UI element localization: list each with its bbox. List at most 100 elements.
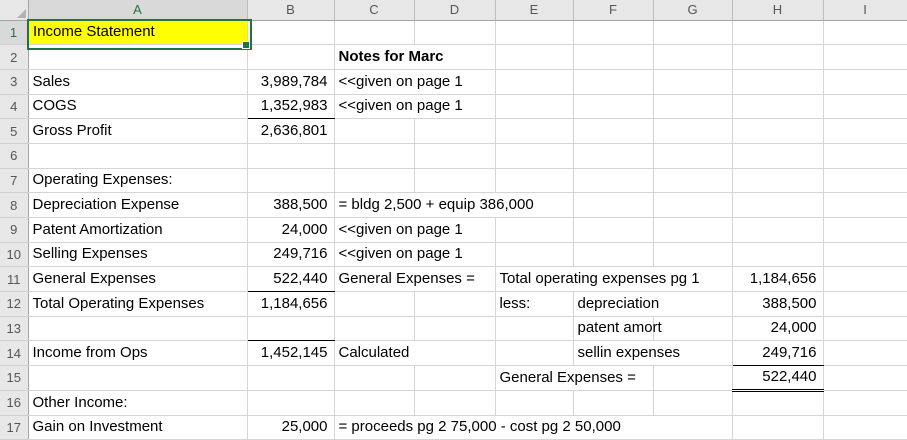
cell-C14[interactable]: Calculated	[334, 341, 495, 366]
cell-I4[interactable]	[823, 94, 907, 119]
row-header-2[interactable]: 2	[0, 45, 28, 70]
cell-E16[interactable]	[495, 390, 573, 415]
cell-A5[interactable]: Gross Profit	[28, 119, 247, 144]
column-header-B[interactable]: B	[247, 0, 334, 20]
cell-F13[interactable]: patent amort	[573, 316, 653, 341]
cell-I11[interactable]	[823, 267, 907, 292]
column-header-H[interactable]: H	[732, 0, 823, 20]
row-header-7[interactable]: 7	[0, 168, 28, 193]
cell-A2[interactable]	[28, 45, 247, 70]
cell-I17[interactable]	[823, 415, 907, 440]
cell-C3[interactable]: <<given on page 1	[334, 69, 495, 94]
cell-C6[interactable]	[334, 143, 414, 168]
column-header-I[interactable]: I	[823, 0, 907, 20]
cell-B6[interactable]	[247, 143, 334, 168]
cell-H5[interactable]	[732, 119, 823, 144]
cell-F8[interactable]	[573, 193, 653, 218]
row-header-13[interactable]: 13	[0, 316, 28, 341]
cell-A14[interactable]: Income from Ops	[28, 341, 247, 366]
cell-C2[interactable]: Notes for Marc	[334, 45, 495, 70]
row-header-3[interactable]: 3	[0, 69, 28, 94]
fill-handle[interactable]	[242, 41, 250, 49]
cell-F3[interactable]	[573, 69, 653, 94]
cell-F12[interactable]: depreciation	[573, 292, 732, 317]
cell-H6[interactable]	[732, 143, 823, 168]
cell-I12[interactable]	[823, 292, 907, 317]
cell-I2[interactable]	[823, 45, 907, 70]
cell-H13[interactable]: 24,000	[732, 316, 823, 341]
cell-C12[interactable]	[334, 292, 414, 317]
cell-B2[interactable]	[247, 45, 334, 70]
cell-E4[interactable]	[495, 94, 573, 119]
cell-B13[interactable]	[247, 316, 334, 341]
cell-G5[interactable]	[653, 119, 732, 144]
cell-H12[interactable]: 388,500	[732, 292, 823, 317]
cell-C15[interactable]	[334, 366, 414, 391]
row-header-9[interactable]: 9	[0, 218, 28, 243]
cell-H15[interactable]: 522,440	[732, 366, 823, 391]
cell-F7[interactable]	[573, 168, 653, 193]
cell-F1[interactable]	[573, 20, 653, 45]
cell-I10[interactable]	[823, 242, 907, 267]
row-header-8[interactable]: 8	[0, 193, 28, 218]
cell-B15[interactable]	[247, 366, 334, 391]
cell-G7[interactable]	[653, 168, 732, 193]
cell-I6[interactable]	[823, 143, 907, 168]
cell-A7[interactable]: Operating Expenses:	[28, 168, 247, 193]
cell-D16[interactable]	[414, 390, 495, 415]
cell-E5[interactable]	[495, 119, 573, 144]
row-header-14[interactable]: 14	[0, 341, 28, 366]
cell-E7[interactable]	[495, 168, 573, 193]
cell-C16[interactable]	[334, 390, 414, 415]
cell-B14[interactable]: 1,452,145	[247, 341, 334, 366]
cell-G1[interactable]	[653, 20, 732, 45]
cell-I9[interactable]	[823, 218, 907, 243]
cell-A4[interactable]: COGS	[28, 94, 247, 119]
cell-F10[interactable]	[573, 242, 653, 267]
column-header-A[interactable]: A	[28, 0, 247, 20]
cell-C1[interactable]	[334, 20, 414, 45]
cell-B7[interactable]	[247, 168, 334, 193]
cell-E6[interactable]	[495, 143, 573, 168]
cell-B5[interactable]: 2,636,801	[247, 119, 334, 144]
cell-C7[interactable]	[334, 168, 414, 193]
cell-G13[interactable]	[653, 316, 732, 341]
cell-H16[interactable]	[732, 390, 823, 415]
cell-A8[interactable]: Depreciation Expense	[28, 193, 247, 218]
cell-B8[interactable]: 388,500	[247, 193, 334, 218]
cell-C10[interactable]: <<given on page 1	[334, 242, 495, 267]
cell-E15[interactable]: General Expenses =	[495, 366, 653, 391]
cell-G15[interactable]	[653, 366, 732, 391]
cell-C5[interactable]	[334, 119, 414, 144]
cell-G2[interactable]	[653, 45, 732, 70]
cell-D6[interactable]	[414, 143, 495, 168]
cell-H17[interactable]	[732, 415, 823, 440]
cell-C17[interactable]: = proceeds pg 2 75,000 - cost pg 2 50,00…	[334, 415, 732, 440]
cell-B4[interactable]: 1,352,983	[247, 94, 334, 119]
cell-B10[interactable]: 249,716	[247, 242, 334, 267]
column-header-E[interactable]: E	[495, 0, 573, 20]
cell-F6[interactable]	[573, 143, 653, 168]
select-all-button[interactable]	[0, 0, 28, 20]
cell-A1[interactable]: Income Statement	[28, 20, 247, 45]
cell-H7[interactable]	[732, 168, 823, 193]
cell-F16[interactable]	[573, 390, 653, 415]
cell-E13[interactable]	[495, 316, 573, 341]
cell-B9[interactable]: 24,000	[247, 218, 334, 243]
cell-E1[interactable]	[495, 20, 573, 45]
column-header-G[interactable]: G	[653, 0, 732, 20]
row-header-12[interactable]: 12	[0, 292, 28, 317]
cell-G8[interactable]	[653, 193, 732, 218]
cell-D12[interactable]	[414, 292, 495, 317]
cell-G4[interactable]	[653, 94, 732, 119]
cell-B3[interactable]: 3,989,784	[247, 69, 334, 94]
cell-A9[interactable]: Patent Amortization	[28, 218, 247, 243]
cell-H2[interactable]	[732, 45, 823, 70]
cell-H3[interactable]	[732, 69, 823, 94]
cell-E11[interactable]: Total operating expenses pg 1	[495, 267, 732, 292]
cell-G10[interactable]	[653, 242, 732, 267]
cell-G3[interactable]	[653, 69, 732, 94]
cell-H9[interactable]	[732, 218, 823, 243]
cell-C13[interactable]	[334, 316, 414, 341]
cell-G6[interactable]	[653, 143, 732, 168]
